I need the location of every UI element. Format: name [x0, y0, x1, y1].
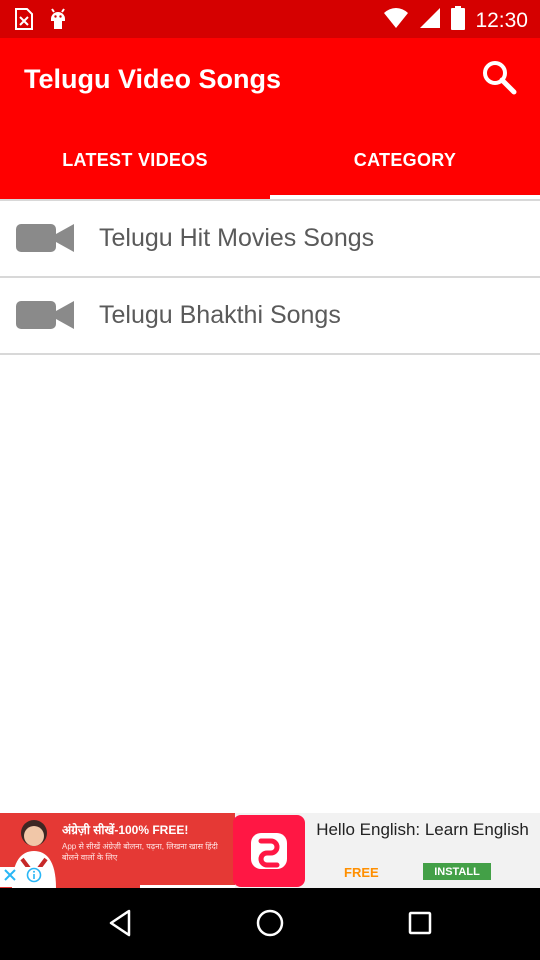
ad-info-button[interactable]: [24, 867, 44, 887]
close-icon: [3, 868, 17, 887]
navigation-bar: [0, 888, 540, 960]
status-time: 12:30: [475, 8, 528, 32]
back-button[interactable]: [100, 905, 140, 945]
ad-free-label: FREE: [344, 865, 379, 880]
tab-category[interactable]: CATEGORY: [270, 122, 540, 199]
android-debug-icon: [48, 7, 68, 36]
signal-icon: [419, 7, 441, 34]
back-icon: [105, 908, 135, 943]
category-list: Telugu Hit Movies Songs Telugu Bhakthi S…: [0, 199, 540, 355]
sim-error-icon: [14, 8, 34, 35]
search-icon: [481, 59, 517, 100]
screen: 12:30 Telugu Video Songs LATEST VIDEOS C…: [0, 0, 540, 960]
app-title: Telugu Video Songs: [24, 64, 282, 94]
wifi-icon: [383, 7, 409, 34]
video-camera-icon: [16, 222, 76, 254]
list-item-label: Telugu Hit Movies Songs: [99, 224, 375, 252]
ad-close-button[interactable]: [0, 867, 20, 887]
list-item[interactable]: Telugu Bhakthi Songs: [0, 278, 540, 355]
ad-banner[interactable]: अंग्रेज़ी सीखें-100% FREE! App से सीखें …: [0, 813, 540, 888]
search-button[interactable]: [476, 56, 522, 102]
list-item[interactable]: Telugu Hit Movies Songs: [0, 201, 540, 278]
battery-icon: [451, 6, 466, 35]
home-icon: [254, 907, 286, 944]
status-bar: 12:30: [0, 0, 540, 38]
ad-app-icon[interactable]: [233, 815, 305, 887]
tab-latest-videos[interactable]: LATEST VIDEOS: [0, 122, 270, 199]
recents-button[interactable]: [400, 905, 440, 945]
list-item-label: Telugu Bhakthi Songs: [99, 301, 341, 329]
ad-left-headline: अंग्रेज़ी सीखें-100% FREE!: [62, 823, 189, 837]
recents-icon: [406, 909, 434, 942]
info-icon: [26, 867, 42, 888]
home-button[interactable]: [250, 905, 290, 945]
ad-install-button[interactable]: INSTALL: [423, 863, 491, 880]
video-camera-icon: [16, 299, 76, 331]
tab-bar: LATEST VIDEOS CATEGORY: [0, 122, 540, 199]
ad-left-subtext: App से सीखें अंग्रेज़ी बोलना, पढ़ना, लिख…: [62, 842, 218, 862]
app-bar: Telugu Video Songs: [0, 38, 540, 122]
ad-app-title: Hello English: Learn English: [316, 820, 529, 839]
